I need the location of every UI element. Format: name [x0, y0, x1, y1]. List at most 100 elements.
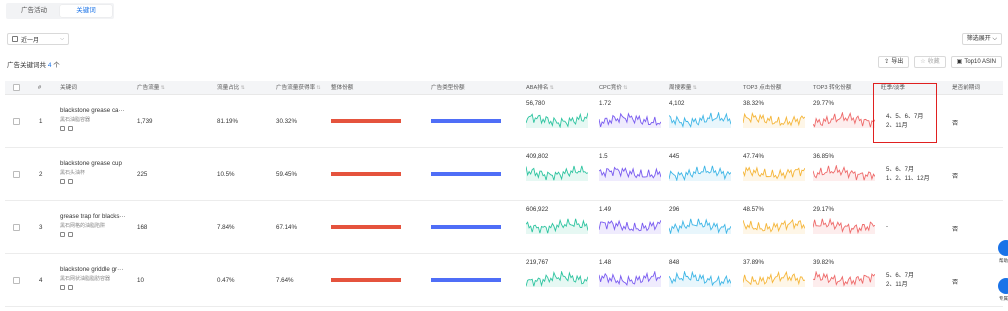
- click-sparkline: [743, 112, 805, 128]
- ad-traffic: 225: [137, 171, 148, 178]
- cpc-bid: 1.49: [599, 206, 612, 213]
- traffic-acquisition-rate: 59.45%: [276, 171, 297, 178]
- early-word: 否: [952, 120, 959, 127]
- cpc-sparkline: [599, 271, 661, 287]
- column-header[interactable]: CPC竞价 ⇅: [599, 81, 628, 95]
- cpc-bid: 1.72: [599, 100, 612, 107]
- top3-conversion-share: 29.17%: [813, 206, 834, 213]
- row-index: 1: [39, 118, 43, 125]
- date-range-select[interactable]: 近一月 ⌵: [7, 33, 69, 45]
- row-index-cell: 1: [39, 118, 42, 125]
- column-header-label: TOP3 转化份额: [813, 85, 852, 91]
- keyword-translation: 黑石油脂容器: [60, 117, 91, 123]
- top3-conversion-share: 36.85%: [813, 153, 834, 160]
- expert-label: 专属: [999, 296, 1008, 301]
- external-link-icon[interactable]: [68, 232, 73, 237]
- aba-rank: 56,780: [526, 100, 545, 107]
- column-header-label: 广告流量获得率: [276, 85, 316, 91]
- season-cell: 4、5、6、7月 2、11月: [886, 113, 923, 131]
- column-header-label: #: [38, 85, 42, 91]
- table-row: 1 blackstone grease ca··· 黑石油脂容器 1,739 81.19…: [5, 95, 1003, 148]
- search-sparkline: [669, 112, 731, 128]
- search-sparkline: [669, 218, 731, 234]
- early-word: 否: [952, 226, 959, 233]
- conv-sparkline: [813, 165, 875, 181]
- export-button[interactable]: ⇪ 导出: [878, 56, 910, 68]
- copy-icon[interactable]: [60, 285, 65, 290]
- overall-share-bar: [331, 172, 401, 176]
- season-cell: -: [886, 223, 888, 232]
- top3-click-share: 38.32%: [743, 100, 764, 107]
- ad-type-share-bar: [431, 172, 501, 176]
- column-header: #: [38, 81, 41, 95]
- weekly-search: 296: [669, 206, 680, 213]
- off-season: 2、11月: [886, 123, 908, 129]
- ad-type-share-bar: [431, 225, 501, 229]
- row-index: 4: [39, 277, 43, 284]
- cpc-sparkline: [599, 218, 661, 234]
- table-header: # 关键词 广告流量 ⇅ 流量占比 ⇅ 广告流量获得率 ⇅ 整体份额 广告类型份额 ABA排名…: [5, 81, 1003, 95]
- top3-click-share: 47.74%: [743, 153, 764, 160]
- column-header: 整体份额: [331, 81, 353, 95]
- copy-icon[interactable]: [60, 232, 65, 237]
- sort-icon[interactable]: ⇅: [691, 85, 697, 91]
- column-header[interactable]: 流量占比 ⇅: [217, 81, 245, 95]
- column-header-label: CPC竞价: [599, 85, 622, 91]
- search-sparkline: [669, 165, 731, 181]
- column-header-label: 关键词: [60, 85, 77, 91]
- keyword-count: 广告关键词共 4 个: [7, 59, 60, 69]
- aba-rank: 409,802: [526, 153, 549, 160]
- ad-type-share-bar: [431, 119, 501, 123]
- traffic-share: 0.47%: [217, 277, 235, 284]
- sort-icon[interactable]: ⇅: [239, 85, 245, 91]
- column-header[interactable]: 广告流量 ⇅: [137, 81, 165, 95]
- external-link-icon[interactable]: [68, 126, 73, 131]
- sort-icon[interactable]: ⇅: [548, 85, 554, 91]
- export-icon: ⇪: [884, 59, 890, 65]
- help-float-button[interactable]: [998, 240, 1008, 256]
- column-header-label: TOP3 点击份额: [743, 85, 782, 91]
- keyword-cell: blackstone grease ca··· 黑石油脂容器: [60, 107, 125, 131]
- tab-keywords[interactable]: 关键词: [60, 5, 112, 17]
- aba-sparkline: [526, 165, 588, 181]
- tab-ad-campaigns[interactable]: 广告活动: [8, 5, 60, 17]
- external-link-icon[interactable]: [68, 285, 73, 290]
- toolbar: ⇪ 导出 ☆ 收藏 ▣ Top10 ASIN: [878, 56, 1002, 68]
- traffic-share: 10.5%: [217, 171, 235, 178]
- expert-float-button[interactable]: [998, 278, 1008, 294]
- row-checkbox[interactable]: [13, 224, 20, 231]
- sort-icon[interactable]: ⇅: [622, 85, 627, 91]
- keyword-text: blackstone griddle gr···: [60, 266, 124, 273]
- top10-label: Top10 ASIN: [964, 59, 996, 65]
- copy-icon[interactable]: [60, 126, 65, 131]
- top3-conversion-share: 29.77%: [813, 100, 834, 107]
- star-icon: ☆: [920, 59, 926, 65]
- table-row: 2 blackstone grease cup 黑石头油杯 225 10.5% 59.45…: [5, 148, 1003, 201]
- row-checkbox[interactable]: [13, 277, 20, 284]
- row-checkbox[interactable]: [13, 171, 20, 178]
- peak-season: 5、6、7月: [886, 273, 915, 279]
- aba-sparkline: [526, 218, 588, 234]
- column-header: TOP3 转化份额: [813, 81, 851, 95]
- external-link-icon[interactable]: [68, 179, 73, 184]
- select-all-checkbox[interactable]: [13, 84, 20, 91]
- column-header[interactable]: 广告流量获得率 ⇅: [276, 81, 321, 95]
- copy-icon[interactable]: [60, 179, 65, 184]
- column-header-label: 广告类型份额: [431, 85, 465, 91]
- row-checkbox[interactable]: [13, 118, 20, 125]
- off-season: 2、11月: [886, 282, 908, 288]
- filter-expand-button[interactable]: 筛选展开 ⌵: [961, 33, 1002, 45]
- row-index: 3: [39, 224, 43, 231]
- column-header[interactable]: 周搜索量 ⇅: [669, 81, 697, 95]
- column-header[interactable]: ABA排名 ⇅: [526, 81, 554, 95]
- sort-icon[interactable]: ⇅: [159, 85, 165, 91]
- top10-asin-button[interactable]: ▣ Top10 ASIN: [950, 56, 1002, 68]
- top3-click-share: 37.89%: [743, 259, 764, 266]
- cpc-sparkline: [599, 112, 661, 128]
- sort-icon[interactable]: ⇅: [315, 85, 321, 91]
- keyword-cell: blackstone grease cup 黑石头油杯: [60, 160, 122, 184]
- date-range-label: 近一月: [21, 37, 40, 44]
- favorite-button[interactable]: ☆ 收藏: [914, 56, 946, 68]
- keyword-translation: 黑石网状油脂脂肪容器: [60, 276, 111, 282]
- aba-rank: 606,922: [526, 206, 549, 213]
